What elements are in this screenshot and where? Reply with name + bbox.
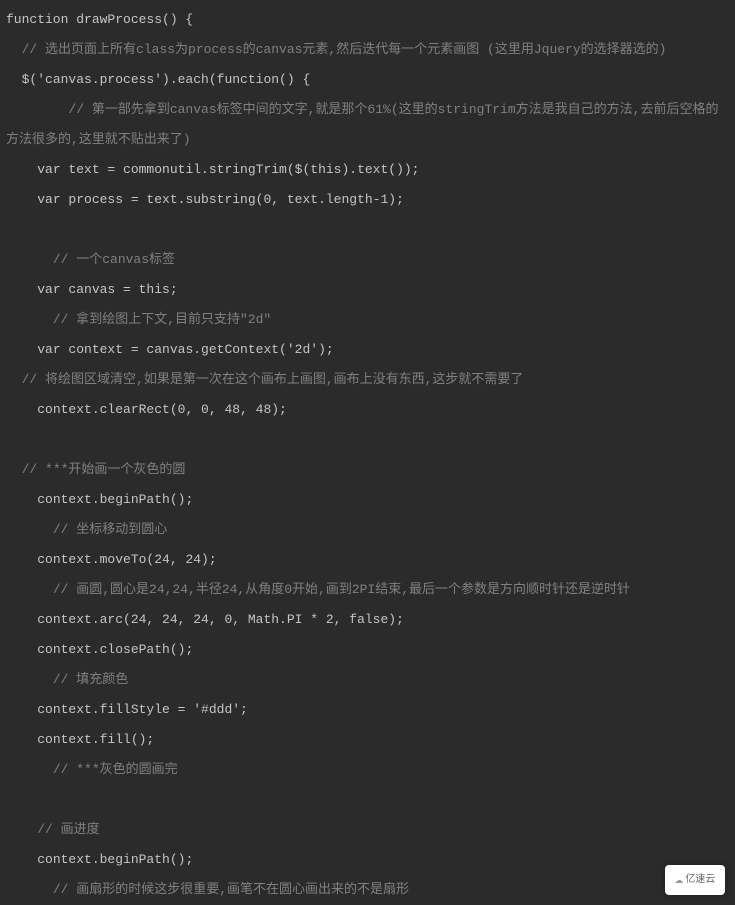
watermark-logo: ☁ 亿速云: [665, 865, 725, 895]
code-line: var canvas = this;: [37, 282, 177, 297]
code-line: context.fill();: [37, 732, 154, 747]
code-line: context.arc(24, 24, 24, 0, Math.PI * 2, …: [37, 612, 404, 627]
code-comment: // 画扇形的时候这步很重要,画笔不在圆心画出来的不是扇形: [53, 882, 409, 897]
cloud-icon: ☁: [675, 865, 683, 895]
code-comment: // 坐标移动到圆心: [53, 522, 167, 537]
code-line: context.fillStyle = '#ddd';: [37, 702, 248, 717]
code-line: var process = text.substring(0, text.len…: [37, 192, 404, 207]
code-comment: // 选出页面上所有class为process的canvas元素,然后迭代每一个…: [22, 42, 667, 57]
code-line: $('canvas.process').each(function() {: [22, 72, 311, 87]
code-comment: // 第一部先拿到canvas标签中间的文字,就是那个61%(这里的string…: [6, 102, 718, 147]
code-line: context.beginPath();: [37, 492, 193, 507]
code-line: context.moveTo(24, 24);: [37, 552, 216, 567]
code-comment: // 画进度: [37, 822, 99, 837]
code-line: var text = commonutil.stringTrim($(this)…: [37, 162, 419, 177]
code-comment: // ***开始画一个灰色的圆: [22, 462, 186, 477]
code-comment: // 填充颜色: [53, 672, 128, 687]
code-comment: // ***灰色的圆画完: [53, 762, 178, 777]
code-line: context.clearRect(0, 0, 48, 48);: [37, 402, 287, 417]
code-comment: // 拿到绘图上下文,目前只支持"2d": [53, 312, 271, 327]
code-block: function drawProcess() { // 选出页面上所有class…: [6, 5, 729, 905]
code-comment: // 将绘图区域清空,如果是第一次在这个画布上画图,画布上没有东西,这步就不需要…: [22, 372, 524, 387]
code-comment: // 画圆,圆心是24,24,半径24,从角度0开始,画到2PI结束,最后一个参…: [53, 582, 630, 597]
code-line: context.closePath();: [37, 642, 193, 657]
code-line: context.beginPath();: [37, 852, 193, 867]
code-comment: // 一个canvas标签: [53, 252, 175, 267]
logo-text: 亿速云: [685, 865, 715, 895]
code-line: function drawProcess() {: [6, 12, 193, 27]
code-line: var context = canvas.getContext('2d');: [37, 342, 333, 357]
